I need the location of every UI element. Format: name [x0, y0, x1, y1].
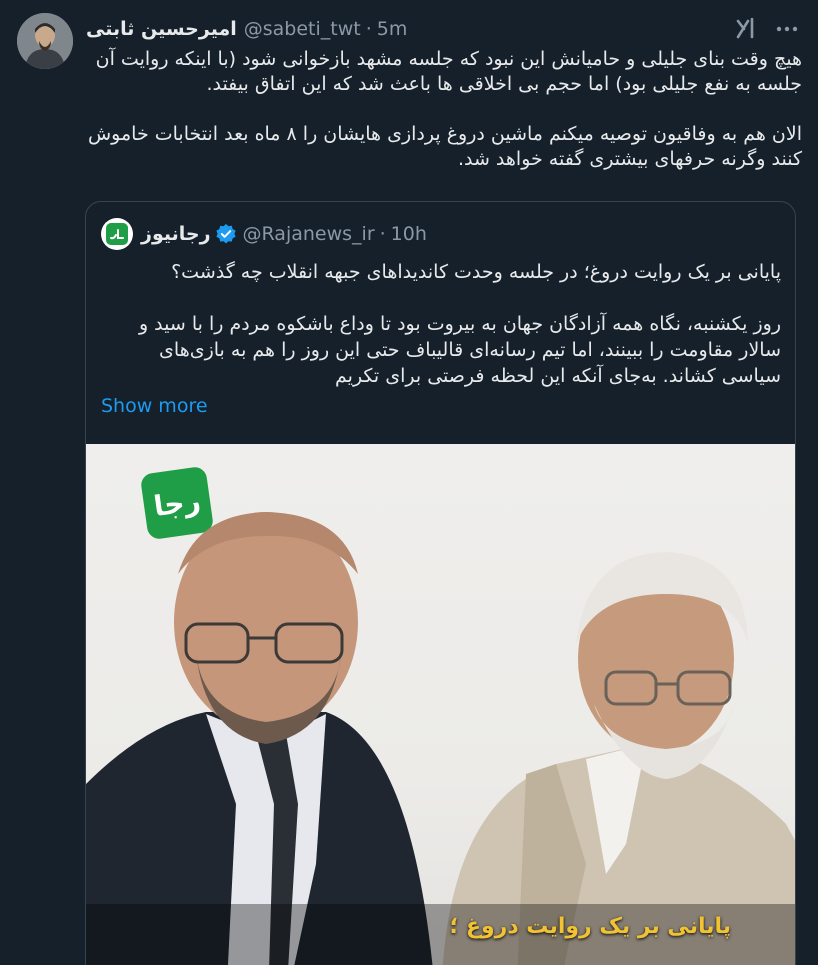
tweet-time[interactable]: 5m — [377, 18, 408, 40]
quote-header: رجانیوز @Rajanews_ir · 10h — [101, 217, 427, 251]
tweet[interactable]: امیرحسین ثابتی @sabeti_twt · 5m هیچ وقت … — [0, 0, 818, 965]
logo-text: رجا — [152, 484, 203, 523]
quote-author-handle[interactable]: @Rajanews_ir — [243, 223, 375, 245]
quote-meta-separator: · — [379, 223, 386, 245]
tweet-header: امیرحسین ثابتی @sabeti_twt · 5m — [86, 14, 407, 44]
quote-author-name[interactable]: رجانیوز — [141, 223, 211, 245]
rajanews-logo-icon — [106, 223, 128, 245]
more-icon[interactable] — [774, 16, 800, 42]
grok-icon[interactable] — [734, 15, 760, 41]
quoted-tweet[interactable]: رجانیوز @Rajanews_ir · 10h پایانی بر یک … — [85, 201, 796, 965]
quote-media-image[interactable]: رجا پایانی بر یک روایت دروغ ؛ — [86, 444, 795, 965]
author-name[interactable]: امیرحسین ثابتی — [86, 18, 237, 40]
show-more-link[interactable]: Show more — [101, 395, 208, 417]
verified-icon — [215, 224, 236, 244]
media-caption: پایانی بر یک روایت دروغ ؛ — [449, 914, 731, 939]
tweet-text: هیچ وقت بنای جلیلی و حامیانش این نبود که… — [87, 48, 802, 170]
quote-text: پایانی بر یک روایت دروغ؛ در جلسه وحدت کا… — [138, 261, 781, 387]
meta-separator: · — [365, 18, 372, 40]
quote-avatar[interactable] — [101, 218, 133, 250]
rajanews-logo-badge: رجا — [141, 467, 213, 539]
author-handle[interactable]: @sabeti_twt — [244, 18, 361, 40]
quote-time[interactable]: 10h — [391, 223, 427, 245]
avatar[interactable] — [17, 13, 73, 69]
